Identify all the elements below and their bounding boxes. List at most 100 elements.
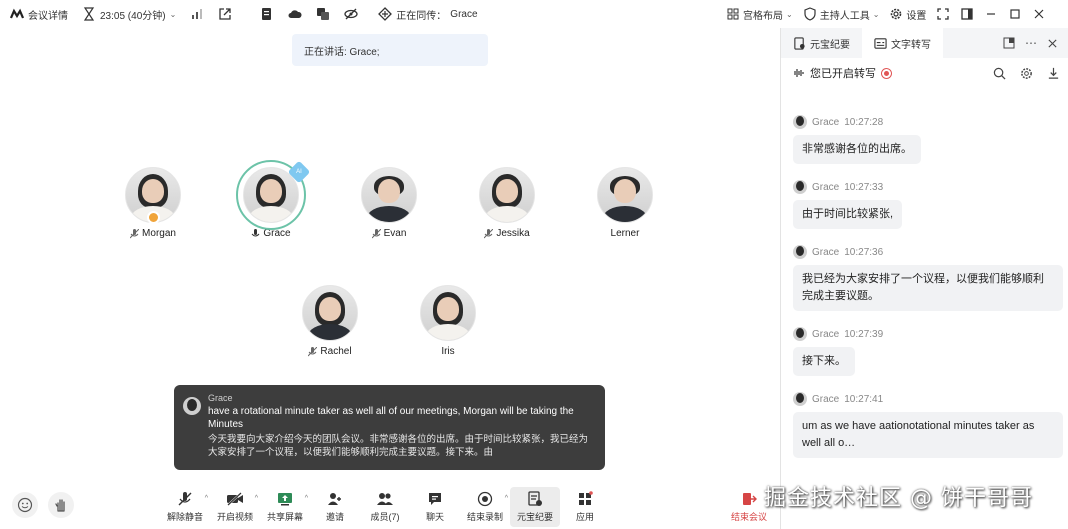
members-button[interactable]: 成员(7) — [360, 487, 410, 527]
tab-ai-minutes-label: 元宝纪要 — [810, 39, 850, 51]
minimize-icon — [984, 7, 998, 21]
transcript-speaker: Grace — [812, 328, 840, 340]
chevron-up-icon[interactable]: ^ — [305, 495, 308, 502]
hide-button[interactable] — [344, 7, 358, 21]
bottom-left-controls — [12, 492, 74, 518]
transcript-actions — [993, 67, 1068, 80]
grid-icon — [726, 7, 740, 21]
settings-button[interactable]: 设置 — [889, 7, 926, 22]
meeting-timer[interactable]: 23:05 (40分钟) ⌄ — [82, 7, 176, 22]
caption-speaker-avatar — [183, 397, 201, 415]
meeting-details-button[interactable]: 会议详情 — [10, 7, 68, 22]
network-signal[interactable] — [190, 7, 204, 21]
popout-icon[interactable] — [1003, 37, 1015, 49]
transcript-speaker: Grace — [812, 181, 840, 193]
active-speaker-banner: 正在讲话: Grace; — [292, 34, 488, 66]
invite-button[interactable]: 邀请 — [310, 487, 360, 527]
close-icon — [1032, 7, 1046, 21]
meeting-toolbar: 解除静音 ^ 开启视频 ^ 共享屏幕 ^ 邀请 成员(7) 聊天 结束录制 ^ … — [160, 487, 774, 527]
transcription-status-bar: 您已开启转写 — [781, 58, 1068, 88]
gear-icon[interactable] — [1020, 67, 1033, 80]
ai-interpreter-badge-icon: AI — [287, 160, 311, 184]
avatar — [302, 285, 358, 341]
minutes-icon — [794, 36, 805, 50]
live-caption-box: Grace have a rotational minute taker as … — [174, 385, 605, 470]
fullscreen-icon — [936, 7, 950, 21]
chat-button[interactable]: 聊天 — [410, 487, 460, 527]
document-icon — [260, 7, 274, 21]
mic-muted-icon — [178, 492, 192, 506]
participant-tile-evan[interactable]: Evan — [334, 167, 444, 239]
chevron-up-icon[interactable]: ^ — [205, 495, 208, 502]
cloud-button[interactable] — [288, 7, 302, 21]
transcript-time: 10:27:36 — [844, 246, 884, 258]
chevron-up-icon[interactable]: ^ — [255, 495, 258, 502]
avatar — [793, 392, 807, 406]
transcription-status-label: 您已开启转写 — [810, 68, 876, 80]
transcript-time: 10:27:39 — [844, 328, 884, 340]
participant-tile-grace[interactable]: AI Grace — [216, 160, 326, 239]
caption-english-text: have a rotational minute taker as well a… — [208, 406, 574, 430]
popout-button[interactable] — [218, 7, 232, 21]
end-recording-button[interactable]: 结束录制 ^ — [460, 487, 510, 527]
members-label: 成员(7) — [370, 512, 400, 522]
avatar — [361, 167, 417, 223]
start-video-button[interactable]: 开启视频 ^ — [210, 487, 260, 527]
participant-name: Evan — [383, 228, 407, 239]
fullscreen-button[interactable] — [936, 7, 950, 21]
download-icon[interactable] — [1047, 67, 1060, 80]
transcript-body: 您已开启转写 Grace 10:27:28 非常感谢各位的出席。 Grace 10:… — [781, 58, 1068, 529]
more-icon[interactable]: ⋯ — [1025, 36, 1037, 50]
tencent-meeting-logo-icon — [10, 7, 24, 21]
transcript-speaker: Grace — [812, 246, 840, 258]
panel-actions: ⋯ — [1003, 36, 1068, 50]
participant-tile-rachel[interactable]: Rachel — [275, 285, 385, 357]
sidebar-icon — [960, 7, 974, 21]
apps-label: 应用 — [575, 512, 594, 522]
add-user-icon — [328, 493, 341, 505]
unmute-button[interactable]: 解除静音 ^ — [160, 487, 210, 527]
host-tools-dropdown[interactable]: 主持人工具 ⌄ — [803, 7, 880, 22]
mic-muted-icon — [371, 228, 381, 238]
raise-hand-button[interactable] — [48, 492, 74, 518]
mic-muted-icon — [484, 228, 494, 238]
close-window-button[interactable] — [1032, 7, 1046, 21]
participant-tile-jessika[interactable]: Jessika — [452, 167, 562, 239]
translate-icon — [316, 7, 330, 21]
maximize-icon — [1008, 7, 1022, 21]
transcript-entry: Grace 10:27:39 接下来。 — [793, 327, 1063, 376]
translate-button[interactable] — [316, 7, 330, 21]
sidebar-toggle-button[interactable] — [960, 7, 974, 21]
video-label: 开启视频 — [216, 512, 253, 522]
active-speaker-label: 正在讲话: Grace; — [304, 46, 380, 58]
transcript-speaker: Grace — [812, 116, 840, 128]
document-button[interactable] — [260, 7, 274, 21]
ai-minutes-button[interactable]: 元宝纪要 — [510, 487, 560, 527]
layout-dropdown[interactable]: 宫格布局 ⌄ — [726, 7, 793, 22]
transcript-text: 非常感谢各位的出席。 — [793, 135, 921, 164]
participant-tile-iris[interactable]: Iris — [393, 285, 503, 357]
tab-transcript[interactable]: 文字转写 — [862, 28, 943, 58]
chevron-up-icon[interactable]: ^ — [505, 495, 508, 502]
share-screen-button[interactable]: 共享屏幕 ^ — [260, 487, 310, 527]
participant-tile-morgan[interactable]: Morgan — [98, 167, 208, 239]
close-icon[interactable] — [1047, 38, 1058, 49]
apps-button[interactable]: 应用 — [560, 487, 610, 527]
maximize-button[interactable] — [1008, 7, 1022, 21]
apps-grid-icon — [579, 491, 593, 505]
transcript-speaker: Grace — [812, 393, 840, 405]
cloud-icon — [288, 7, 302, 21]
search-icon[interactable] — [993, 67, 1006, 80]
mic-muted-icon — [130, 228, 140, 238]
participant-tile-lerner[interactable]: Lerner — [570, 167, 680, 239]
top-bar: 会议详情 23:05 (40分钟) ⌄ 正在同传： Grace — [0, 0, 780, 28]
tab-ai-minutes[interactable]: 元宝纪要 — [781, 28, 862, 58]
caption-chinese-text: 今天我要向大家介绍今天的团队会议。非常感谢各位的出席。由于时间比较紧张，我已经为… — [208, 434, 589, 458]
smiley-icon — [17, 497, 33, 513]
stop-transcription-icon[interactable] — [881, 67, 892, 79]
minimize-button[interactable] — [984, 7, 998, 21]
emoji-button[interactable] — [12, 492, 38, 518]
chevron-down-icon: ⌄ — [872, 9, 880, 19]
simultaneous-interpretation-status[interactable]: 正在同传： Grace — [378, 7, 478, 22]
